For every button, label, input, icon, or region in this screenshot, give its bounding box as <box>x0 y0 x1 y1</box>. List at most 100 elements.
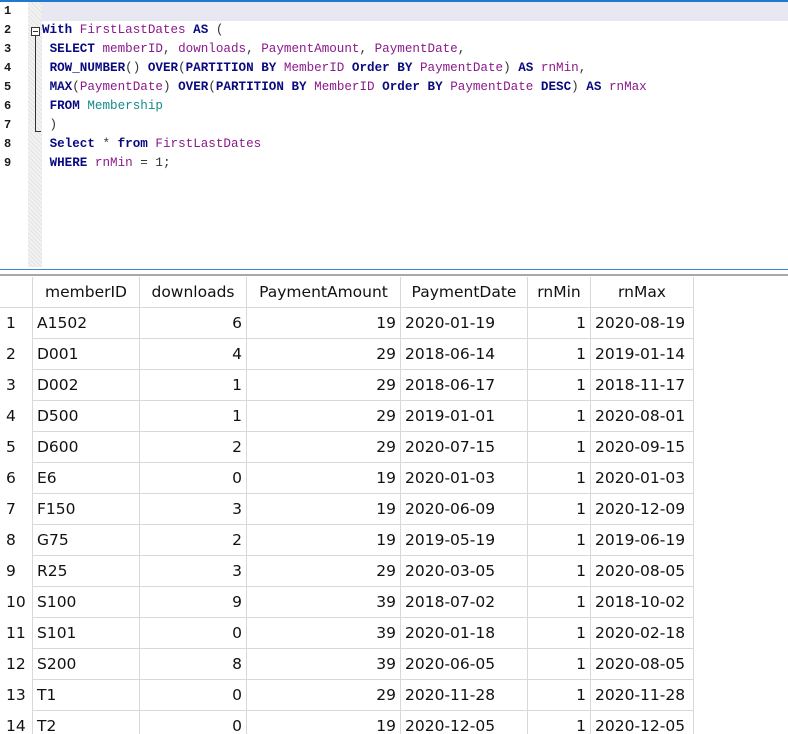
cell-paymentamount[interactable]: 29 <box>246 338 401 370</box>
cell-paymentamount[interactable]: 29 <box>246 555 401 587</box>
row-number[interactable]: 11 <box>0 617 33 649</box>
cell-rnmin[interactable]: 1 <box>527 679 591 711</box>
splitter-bar[interactable] <box>0 274 788 276</box>
cell-paymentdate[interactable]: 2018-07-02 <box>400 586 528 618</box>
code-line[interactable]: With FirstLastDates AS ( <box>42 21 223 40</box>
sql-editor[interactable]: 1 2 3 4 5 6 7 8 9 With FirstLastDates AS ( SELEC… <box>0 0 788 267</box>
cell-downloads[interactable]: 0 <box>139 462 247 494</box>
cell-paymentamount[interactable]: 19 <box>246 462 401 494</box>
pane-splitter[interactable] <box>0 267 788 276</box>
cell-rnmax[interactable]: 2018-10-02 <box>590 586 694 618</box>
cell-paymentdate[interactable]: 2019-05-19 <box>400 524 528 556</box>
column-header-paymentamount[interactable]: PaymentAmount <box>246 277 401 308</box>
cell-downloads[interactable]: 1 <box>139 400 247 432</box>
table-row[interactable]: 10 S100 9 39 2018-07-02 1 2018-10-02 <box>0 586 694 618</box>
cell-memberid[interactable]: D002 <box>32 369 140 401</box>
code-line[interactable]: ROW_NUMBER() OVER(PARTITION BY MemberID … <box>42 59 587 78</box>
cell-rnmin[interactable]: 1 <box>527 307 591 339</box>
cell-paymentamount[interactable]: 29 <box>246 431 401 463</box>
table-row[interactable]: 13 T1 0 29 2020-11-28 1 2020-11-28 <box>0 679 694 711</box>
cell-memberid[interactable]: T2 <box>32 710 140 734</box>
cell-rnmax[interactable]: 2018-11-17 <box>590 369 694 401</box>
cell-paymentdate[interactable]: 2019-01-01 <box>400 400 528 432</box>
cell-paymentdate[interactable]: 2020-11-28 <box>400 679 528 711</box>
cell-paymentamount[interactable]: 39 <box>246 586 401 618</box>
table-row[interactable]: 4 D500 1 29 2019-01-01 1 2020-08-01 <box>0 400 694 432</box>
cell-memberid[interactable]: T1 <box>32 679 140 711</box>
cell-rnmin[interactable]: 1 <box>527 369 591 401</box>
cell-downloads[interactable]: 2 <box>139 431 247 463</box>
code-line[interactable]: ) <box>42 116 58 135</box>
table-row[interactable]: 6 E6 0 19 2020-01-03 1 2020-01-03 <box>0 462 694 494</box>
row-number[interactable]: 9 <box>0 555 33 587</box>
cell-rnmin[interactable]: 1 <box>527 617 591 649</box>
cell-paymentamount[interactable]: 19 <box>246 710 401 734</box>
code-line[interactable]: SELECT memberID, downloads, PaymentAmoun… <box>42 40 466 59</box>
cell-rnmin[interactable]: 1 <box>527 586 591 618</box>
cell-rnmax[interactable]: 2020-02-18 <box>590 617 694 649</box>
cell-rnmax[interactable]: 2019-06-19 <box>590 524 694 556</box>
code-line[interactable]: Select * from FirstLastDates <box>42 135 262 154</box>
cell-paymentamount[interactable]: 29 <box>246 400 401 432</box>
cell-memberid[interactable]: D001 <box>32 338 140 370</box>
cell-rnmin[interactable]: 1 <box>527 493 591 525</box>
cell-paymentdate[interactable]: 2020-06-09 <box>400 493 528 525</box>
cell-rnmin[interactable]: 1 <box>527 462 591 494</box>
cell-memberid[interactable]: D600 <box>32 431 140 463</box>
cell-paymentamount[interactable]: 19 <box>246 493 401 525</box>
collapse-icon[interactable] <box>31 27 40 36</box>
row-number[interactable]: 3 <box>0 369 33 401</box>
row-number[interactable]: 14 <box>0 710 33 734</box>
table-row[interactable]: 3 D002 1 29 2018-06-17 1 2018-11-17 <box>0 369 694 401</box>
row-number[interactable]: 8 <box>0 524 33 556</box>
cell-memberid[interactable]: S200 <box>32 648 140 680</box>
code-line[interactable]: WHERE rnMin = 1; <box>42 154 171 173</box>
cell-rnmax[interactable]: 2020-09-15 <box>590 431 694 463</box>
row-number[interactable]: 10 <box>0 586 33 618</box>
cell-rnmax[interactable]: 2020-11-28 <box>590 679 694 711</box>
cell-memberid[interactable]: E6 <box>32 462 140 494</box>
column-header-rnmax[interactable]: rnMax <box>590 277 694 308</box>
cell-downloads[interactable]: 4 <box>139 338 247 370</box>
table-row[interactable]: 2 D001 4 29 2018-06-14 1 2019-01-14 <box>0 338 694 370</box>
cell-paymentamount[interactable]: 39 <box>246 617 401 649</box>
cell-downloads[interactable]: 6 <box>139 307 247 339</box>
cell-paymentamount[interactable]: 29 <box>246 369 401 401</box>
cell-memberid[interactable]: A1502 <box>32 307 140 339</box>
cell-rnmin[interactable]: 1 <box>527 555 591 587</box>
table-row[interactable]: 14 T2 0 19 2020-12-05 1 2020-12-05 <box>0 710 694 734</box>
cell-paymentdate[interactable]: 2018-06-17 <box>400 369 528 401</box>
column-header-paymentdate[interactable]: PaymentDate <box>400 277 528 308</box>
cell-downloads[interactable]: 8 <box>139 648 247 680</box>
cell-rnmax[interactable]: 2020-08-05 <box>590 648 694 680</box>
table-row[interactable]: 12 S200 8 39 2020-06-05 1 2020-08-05 <box>0 648 694 680</box>
row-number[interactable]: 12 <box>0 648 33 680</box>
cell-rnmin[interactable]: 1 <box>527 524 591 556</box>
cell-paymentdate[interactable]: 2020-01-03 <box>400 462 528 494</box>
cell-rnmax[interactable]: 2020-01-03 <box>590 462 694 494</box>
cell-rnmax[interactable]: 2020-08-19 <box>590 307 694 339</box>
corner-cell[interactable] <box>0 277 33 308</box>
column-header-downloads[interactable]: downloads <box>139 277 247 308</box>
row-number[interactable]: 2 <box>0 338 33 370</box>
cell-rnmin[interactable]: 1 <box>527 338 591 370</box>
column-header-memberid[interactable]: memberID <box>32 277 140 308</box>
cell-downloads[interactable]: 0 <box>139 679 247 711</box>
cell-memberid[interactable]: R25 <box>32 555 140 587</box>
cell-rnmax[interactable]: 2019-01-14 <box>590 338 694 370</box>
cell-memberid[interactable]: S100 <box>32 586 140 618</box>
cell-paymentdate[interactable]: 2020-07-15 <box>400 431 528 463</box>
cell-rnmax[interactable]: 2020-08-05 <box>590 555 694 587</box>
row-number[interactable]: 5 <box>0 431 33 463</box>
table-row[interactable]: 9 R25 3 29 2020-03-05 1 2020-08-05 <box>0 555 694 587</box>
cell-paymentamount[interactable]: 19 <box>246 307 401 339</box>
cell-rnmin[interactable]: 1 <box>527 710 591 734</box>
results-grid[interactable]: memberID downloads PaymentAmount Payment… <box>0 277 788 734</box>
cell-memberid[interactable]: F150 <box>32 493 140 525</box>
cell-downloads[interactable]: 9 <box>139 586 247 618</box>
cell-paymentdate[interactable]: 2020-12-05 <box>400 710 528 734</box>
table-row[interactable]: 5 D600 2 29 2020-07-15 1 2020-09-15 <box>0 431 694 463</box>
cell-rnmin[interactable]: 1 <box>527 400 591 432</box>
cell-rnmax[interactable]: 2020-12-09 <box>590 493 694 525</box>
row-number[interactable]: 1 <box>0 307 33 339</box>
